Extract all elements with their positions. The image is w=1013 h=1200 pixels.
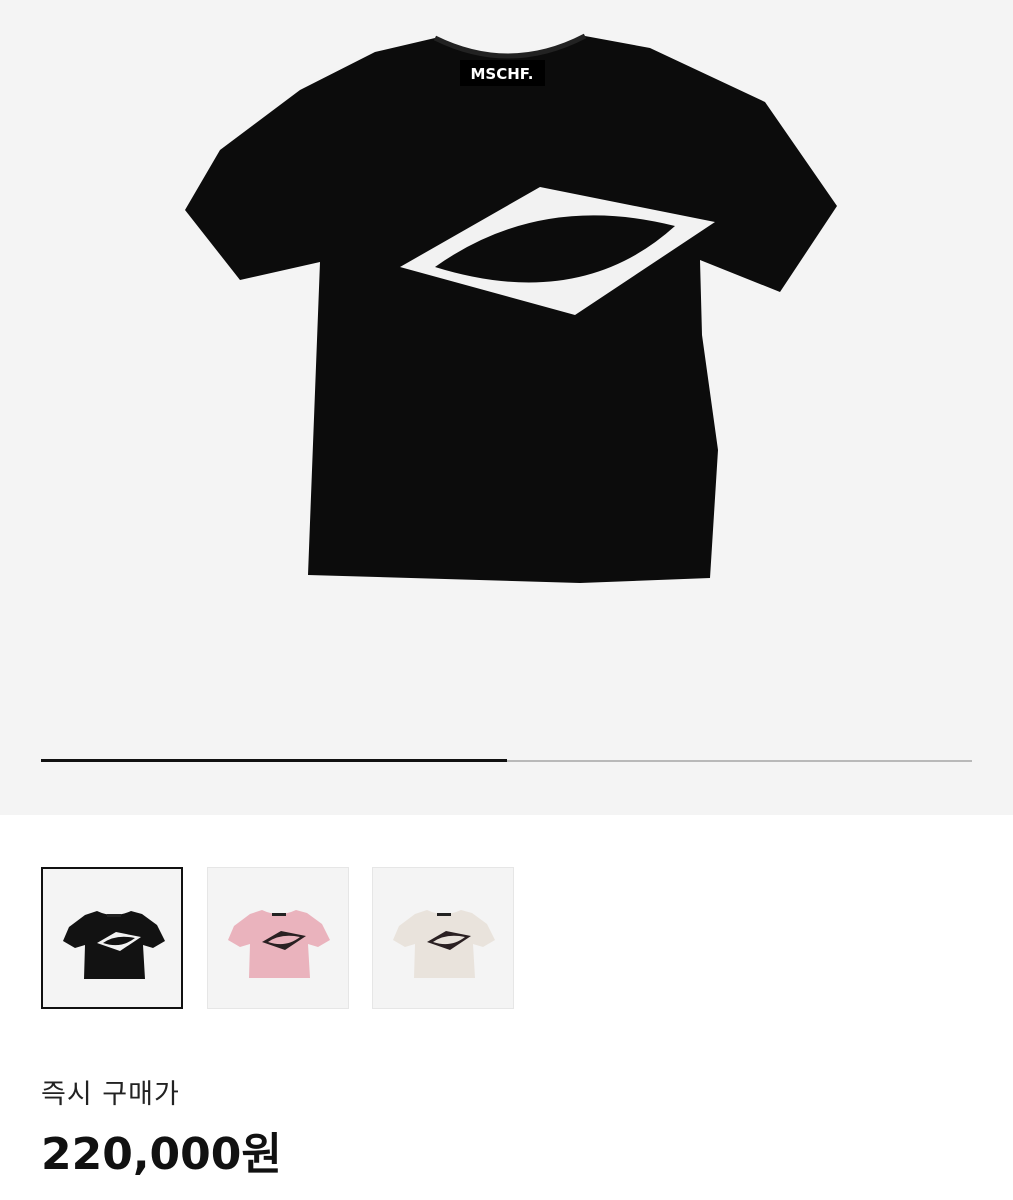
gallery-progress-fill [41, 759, 507, 762]
product-main-image: MSCHF. [185, 33, 837, 583]
thumbnail-pink-image [228, 910, 330, 978]
thumbnail-cream-image [393, 910, 495, 978]
gallery-progress-bar [41, 759, 972, 762]
tshirt-body [185, 36, 837, 583]
thumbnail-black-image [63, 911, 165, 979]
instant-buy-price-value: 220,000원 [41, 1129, 282, 1180]
instant-buy-price-label: 즉시 구매가 [41, 1079, 180, 1110]
thumbnail-cream[interactable] [372, 867, 514, 1009]
thumbnail-black[interactable] [41, 867, 183, 1009]
product-image-gallery[interactable]: MSCHF. [0, 0, 1013, 815]
thumbnail-pink[interactable] [207, 867, 349, 1009]
brand-label-text: MSCHF. [470, 65, 533, 83]
